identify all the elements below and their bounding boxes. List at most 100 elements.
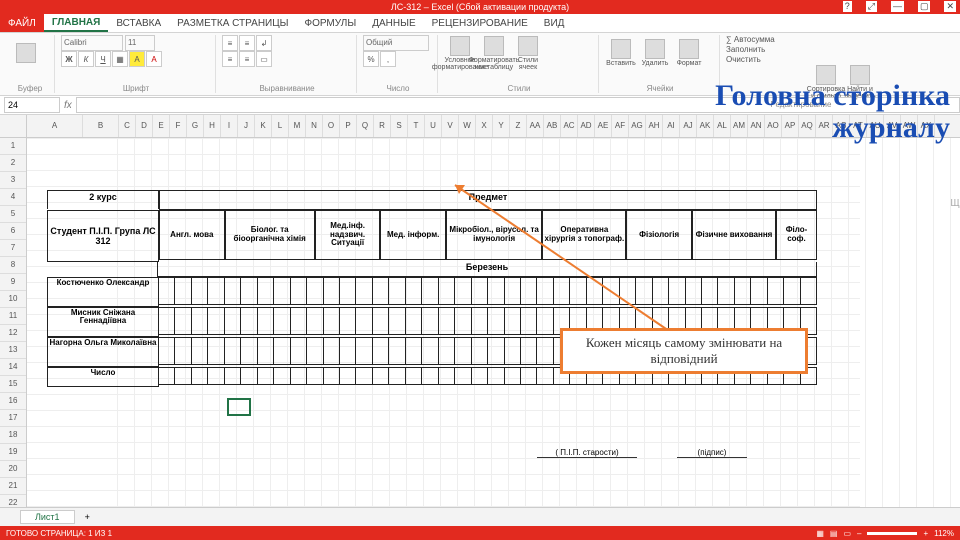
border-button[interactable]: ▦ bbox=[112, 51, 128, 67]
col-F[interactable]: F bbox=[170, 115, 187, 137]
row-15[interactable]: 15 bbox=[0, 376, 26, 393]
wrap-button[interactable]: ↲ bbox=[256, 35, 272, 51]
align-center-button[interactable]: ≡ bbox=[239, 51, 255, 67]
active-cell[interactable] bbox=[227, 398, 251, 416]
col-AB[interactable]: AB bbox=[544, 115, 561, 137]
col-AJ[interactable]: AJ bbox=[680, 115, 697, 137]
tab-home[interactable]: ГЛАВНАЯ bbox=[44, 14, 109, 32]
row-18[interactable]: 18 bbox=[0, 427, 26, 444]
row-9[interactable]: 9 bbox=[0, 274, 26, 291]
col-P[interactable]: P bbox=[340, 115, 357, 137]
col-J[interactable]: J bbox=[238, 115, 255, 137]
maximize-icon[interactable]: ▢ bbox=[918, 1, 931, 12]
row-7[interactable]: 7 bbox=[0, 240, 26, 257]
tab-layout[interactable]: РАЗМЕТКА СТРАНИЦЫ bbox=[169, 14, 296, 32]
row-3[interactable]: 3 bbox=[0, 172, 26, 189]
col-AC[interactable]: AC bbox=[561, 115, 578, 137]
zoom-level[interactable]: 112% bbox=[934, 529, 954, 538]
row-2[interactable]: 2 bbox=[0, 155, 26, 172]
tab-review[interactable]: РЕЦЕНЗИРОВАНИЕ bbox=[424, 14, 536, 32]
italic-button[interactable]: К bbox=[78, 51, 94, 67]
select-all-corner[interactable] bbox=[0, 115, 27, 137]
row-14[interactable]: 14 bbox=[0, 359, 26, 376]
row-17[interactable]: 17 bbox=[0, 410, 26, 427]
tab-file[interactable]: ФАЙЛ bbox=[0, 14, 44, 32]
merge-button[interactable]: ▭ bbox=[256, 51, 272, 67]
align-mid-button[interactable]: ≡ bbox=[239, 35, 255, 51]
col-AH[interactable]: AH bbox=[646, 115, 663, 137]
col-Q[interactable]: Q bbox=[357, 115, 374, 137]
bold-button[interactable]: Ж bbox=[61, 51, 77, 67]
col-V[interactable]: V bbox=[442, 115, 459, 137]
zoom-out-button[interactable]: – bbox=[857, 529, 861, 538]
add-sheet-button[interactable]: + bbox=[85, 512, 90, 522]
table-format-button[interactable]: Форматировать как таблицу bbox=[478, 35, 510, 71]
font-color-button[interactable]: A bbox=[146, 51, 162, 67]
percent-button[interactable]: % bbox=[363, 51, 379, 67]
view-break-icon[interactable]: ▭ bbox=[843, 529, 851, 538]
fullscreen-icon[interactable]: ⤢ bbox=[866, 1, 877, 12]
col-N[interactable]: N bbox=[306, 115, 323, 137]
insert-cells-button[interactable]: Вставить bbox=[605, 35, 637, 71]
row-16[interactable]: 16 bbox=[0, 393, 26, 410]
font-size-select[interactable]: 11 bbox=[125, 35, 155, 51]
col-K[interactable]: K bbox=[255, 115, 272, 137]
row-8[interactable]: 8 bbox=[0, 257, 26, 274]
col-W[interactable]: W bbox=[459, 115, 476, 137]
tab-formulas[interactable]: ФОРМУЛЫ bbox=[296, 14, 364, 32]
col-U[interactable]: U bbox=[425, 115, 442, 137]
tab-data[interactable]: ДАННЫЕ bbox=[364, 14, 423, 32]
clear-button[interactable]: Очистить bbox=[726, 55, 876, 64]
col-AE[interactable]: AE bbox=[595, 115, 612, 137]
col-C[interactable]: C bbox=[119, 115, 136, 137]
zoom-in-button[interactable]: + bbox=[923, 529, 928, 538]
align-left-button[interactable]: ≡ bbox=[222, 51, 238, 67]
col-H[interactable]: H bbox=[204, 115, 221, 137]
name-box[interactable]: 24 bbox=[4, 97, 60, 113]
col-R[interactable]: R bbox=[374, 115, 391, 137]
row-11[interactable]: 11 bbox=[0, 308, 26, 325]
col-E[interactable]: E bbox=[153, 115, 170, 137]
col-b[interactable]: B bbox=[83, 115, 119, 137]
col-AK[interactable]: AK bbox=[697, 115, 714, 137]
tab-view[interactable]: ВИД bbox=[536, 14, 573, 32]
add-column-hint[interactable]: Щелкните, чтобы доб bbox=[950, 198, 960, 209]
row-19[interactable]: 19 bbox=[0, 444, 26, 461]
paste-button[interactable] bbox=[10, 35, 42, 71]
fill-color-button[interactable]: A bbox=[129, 51, 145, 67]
row-4[interactable]: 4 bbox=[0, 189, 26, 206]
delete-cells-button[interactable]: Удалить bbox=[639, 35, 671, 71]
row-1[interactable]: 1 bbox=[0, 138, 26, 155]
sheet-tab-1[interactable]: Лист1 bbox=[20, 510, 75, 524]
row-5[interactable]: 5 bbox=[0, 206, 26, 223]
minimize-icon[interactable]: — bbox=[891, 1, 904, 12]
col-X[interactable]: X bbox=[476, 115, 493, 137]
col-AF[interactable]: AF bbox=[612, 115, 629, 137]
col-Y[interactable]: Y bbox=[493, 115, 510, 137]
row-20[interactable]: 20 bbox=[0, 461, 26, 478]
row-12[interactable]: 12 bbox=[0, 325, 26, 342]
col-AD[interactable]: AD bbox=[578, 115, 595, 137]
number-format-select[interactable]: Общий bbox=[363, 35, 429, 51]
col-I[interactable]: I bbox=[221, 115, 238, 137]
col-L[interactable]: L bbox=[272, 115, 289, 137]
row-6[interactable]: 6 bbox=[0, 223, 26, 240]
format-cells-button[interactable]: Формат bbox=[673, 35, 705, 71]
autosum-button[interactable]: ∑ Автосумма bbox=[726, 35, 876, 44]
col-AA[interactable]: AA bbox=[527, 115, 544, 137]
tab-insert[interactable]: ВСТАВКА bbox=[108, 14, 169, 32]
col-S[interactable]: S bbox=[391, 115, 408, 137]
col-AG[interactable]: AG bbox=[629, 115, 646, 137]
fill-button[interactable]: Заполнить bbox=[726, 45, 876, 54]
col-O[interactable]: O bbox=[323, 115, 340, 137]
col-G[interactable]: G bbox=[187, 115, 204, 137]
col-Z[interactable]: Z bbox=[510, 115, 527, 137]
row-21[interactable]: 21 bbox=[0, 478, 26, 495]
view-layout-icon[interactable]: ▤ bbox=[830, 529, 838, 538]
zoom-slider[interactable] bbox=[867, 532, 917, 535]
help-icon[interactable]: ? bbox=[843, 1, 852, 12]
row-13[interactable]: 13 bbox=[0, 342, 26, 359]
col-D[interactable]: D bbox=[136, 115, 153, 137]
view-normal-icon[interactable]: ▦ bbox=[816, 529, 824, 538]
row-10[interactable]: 10 bbox=[0, 291, 26, 308]
